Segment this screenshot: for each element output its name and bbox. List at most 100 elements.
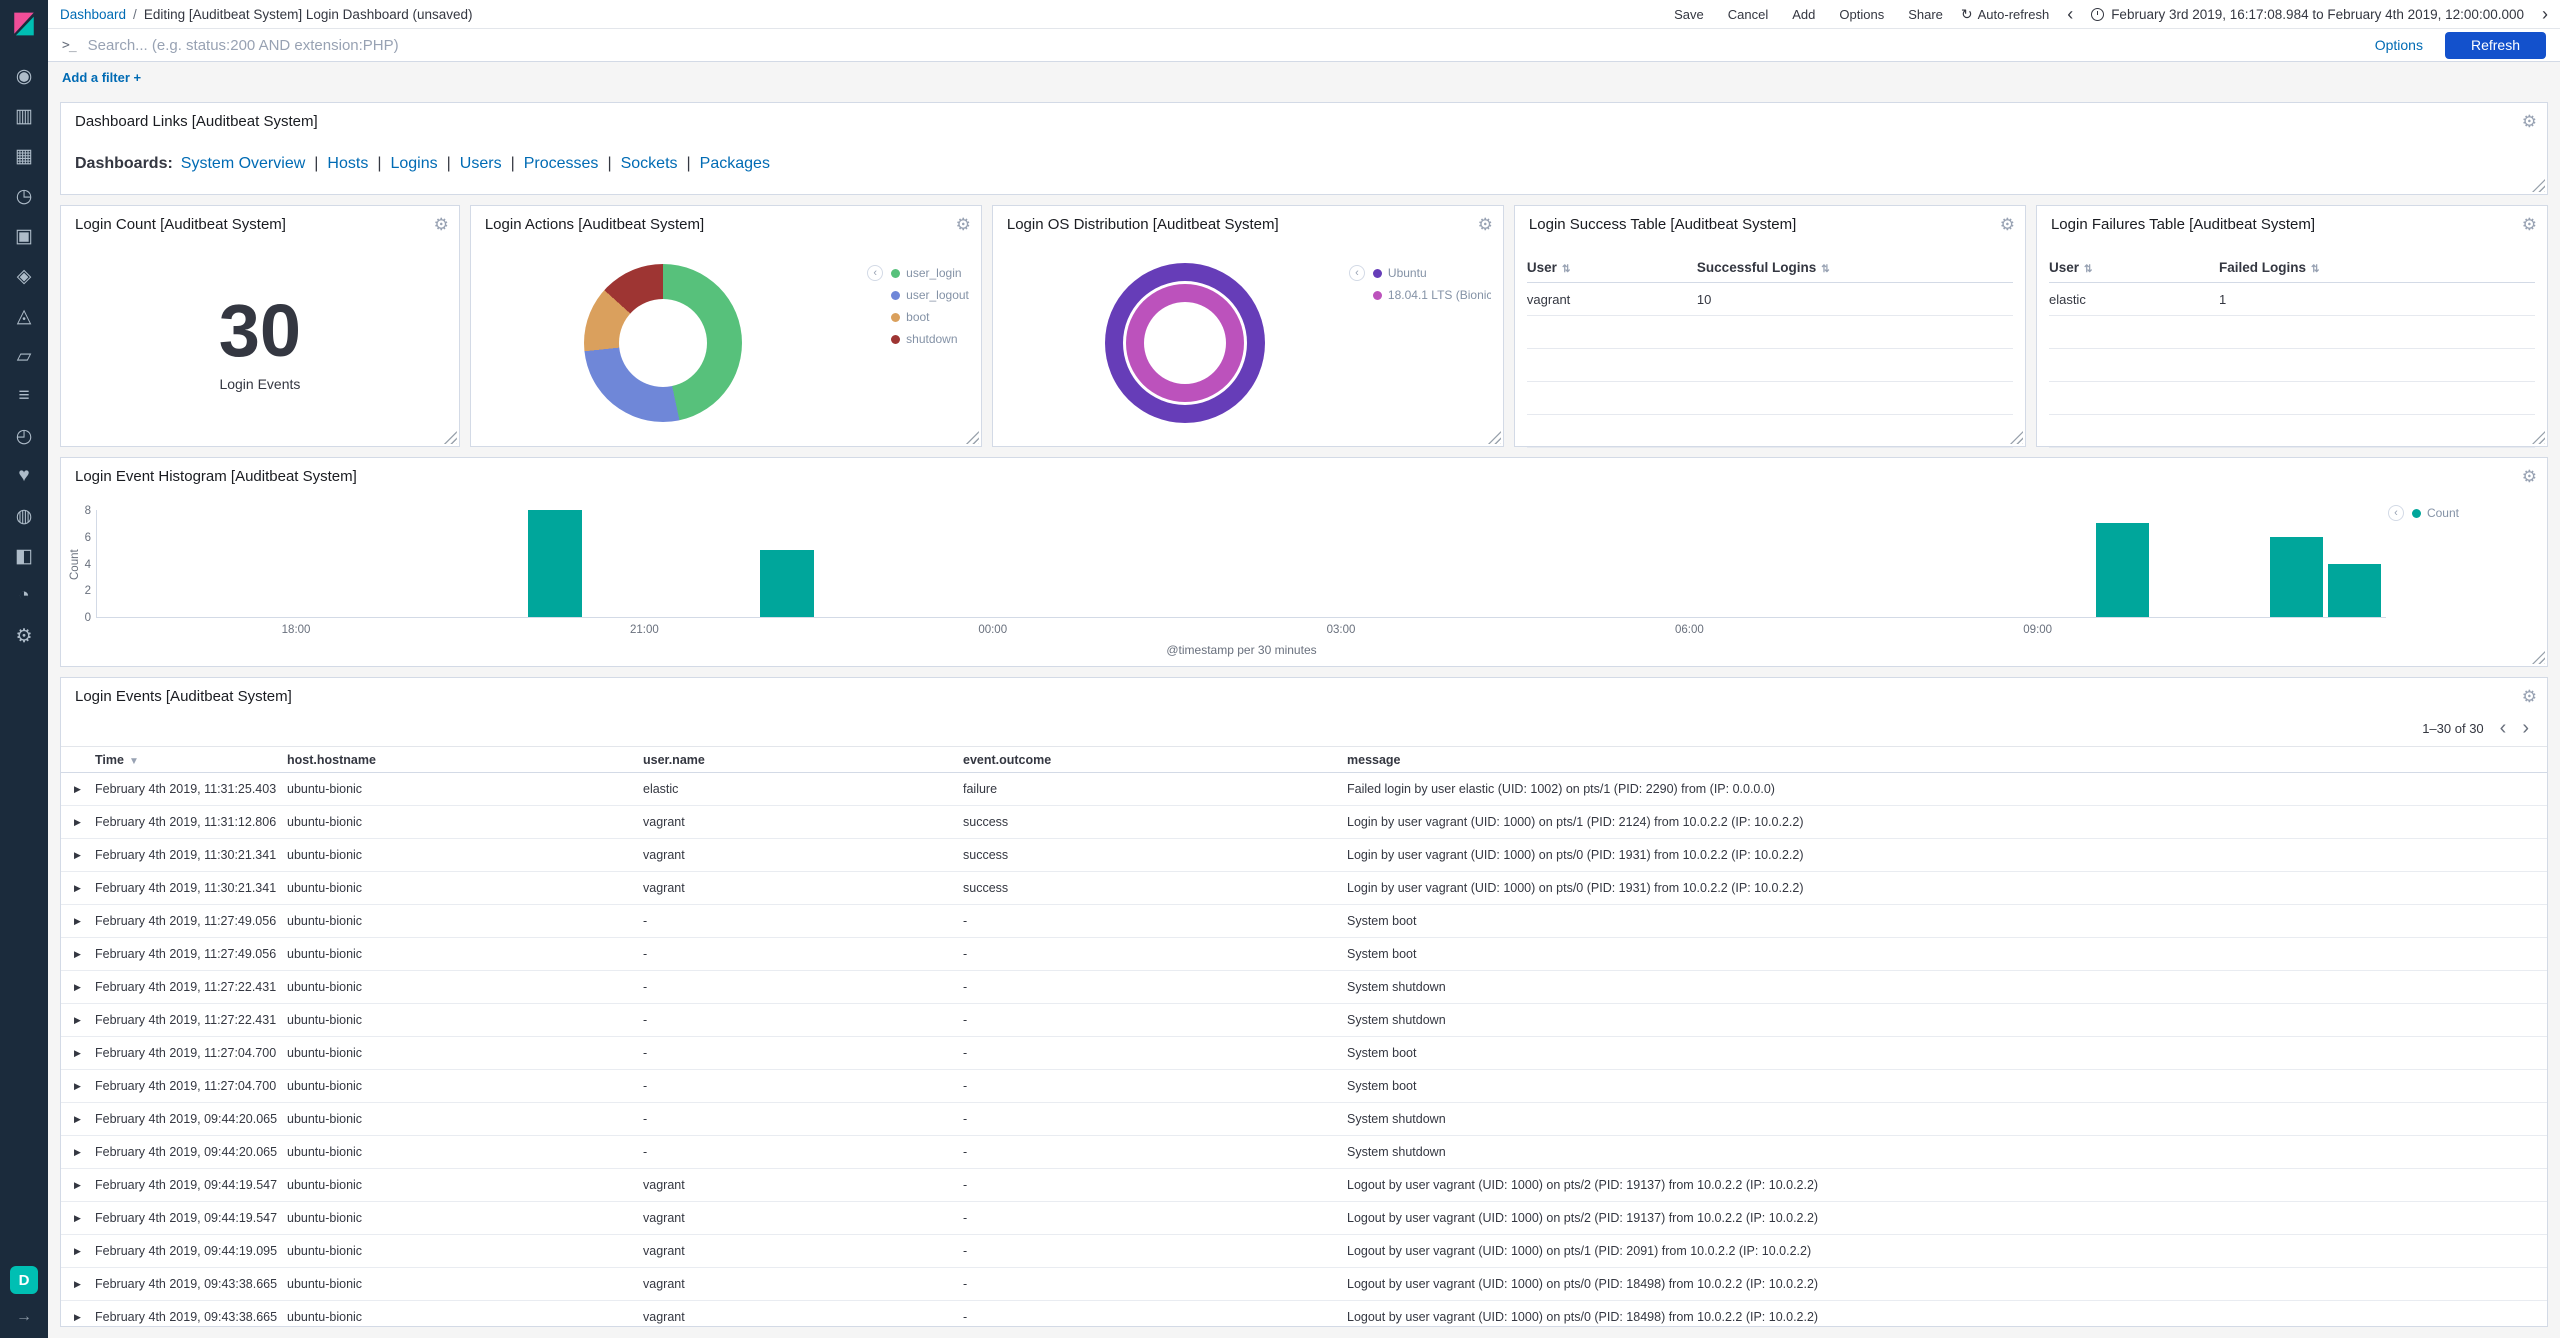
row-expand-icon[interactable]: ▶ [61, 784, 95, 795]
legend-collapse-icon[interactable]: ‹ [867, 265, 883, 281]
column-header-user[interactable]: User⇅ [1527, 260, 1697, 275]
logs-icon[interactable]: ≡ [0, 376, 48, 416]
column-header-user[interactable]: User⇅ [2049, 260, 2219, 275]
menu-item-share[interactable]: Share [1908, 7, 1943, 22]
link-separator: | [607, 155, 611, 172]
panel-options-gear-icon[interactable]: ⚙ [956, 216, 971, 233]
breadcrumb-dashboard[interactable]: Dashboard [60, 7, 126, 22]
dashboard-link-processes[interactable]: Processes [524, 155, 599, 172]
dashboard-link-sockets[interactable]: Sockets [621, 155, 678, 172]
sidebar-expand-icon[interactable]: → [16, 1308, 32, 1326]
auto-refresh-label: Auto-refresh [1978, 7, 2050, 22]
kibana-logo[interactable] [0, 0, 48, 48]
legend-item-ubuntu[interactable]: Ubuntu [1373, 266, 1491, 280]
refresh-button[interactable]: Refresh [2445, 32, 2546, 59]
panel-options-gear-icon[interactable]: ⚙ [2522, 468, 2537, 485]
row-expand-icon[interactable]: ▶ [61, 1279, 95, 1290]
panel-options-gear-icon[interactable]: ⚙ [2000, 216, 2015, 233]
row-expand-icon[interactable]: ▶ [61, 850, 95, 861]
row-expand-icon[interactable]: ▶ [61, 916, 95, 927]
column-header-event-outcome[interactable]: event.outcome [963, 753, 1347, 767]
time-range-picker[interactable]: February 3rd 2019, 16:17:08.984 to Febru… [2091, 7, 2524, 22]
menu-item-add[interactable]: Add [1792, 7, 1815, 22]
legend-item-boot[interactable]: boot [891, 310, 969, 324]
menu-item-save[interactable]: Save [1674, 7, 1704, 22]
time-back-chevron-icon[interactable]: ‹ [2067, 5, 2073, 23]
query-options-link[interactable]: Options [2375, 37, 2423, 53]
row-expand-icon[interactable]: ▶ [61, 949, 95, 960]
search-input[interactable] [88, 37, 2363, 54]
uptime-icon[interactable]: ♥ [0, 456, 48, 496]
row-expand-icon[interactable]: ▶ [61, 1213, 95, 1224]
row-expand-icon[interactable]: ▶ [61, 817, 95, 828]
row-expand-icon[interactable]: ▶ [61, 883, 95, 894]
legend-item-18-04-1-lts-bionic-b[interactable]: 18.04.1 LTS (Bionic B... [1373, 288, 1491, 302]
login-os-donut[interactable] [1105, 263, 1265, 423]
panel-resize-handle[interactable] [2532, 179, 2545, 192]
row-expand-icon[interactable]: ▶ [61, 1180, 95, 1191]
menu-item-cancel[interactable]: Cancel [1728, 7, 1768, 22]
histogram-bar[interactable] [2096, 523, 2149, 617]
dashboard-icon[interactable]: ▦ [0, 136, 48, 176]
legend-item-user-logout[interactable]: user_logout [891, 288, 969, 302]
menu-item-options[interactable]: Options [1839, 7, 1884, 22]
column-header-message[interactable]: message [1347, 753, 2547, 767]
column-header-host-hostname[interactable]: host.hostname [287, 753, 643, 767]
space-badge[interactable]: D [10, 1266, 38, 1294]
legend-item-shutdown[interactable]: shutdown [891, 332, 969, 346]
row-expand-icon[interactable]: ▶ [61, 1048, 95, 1059]
legend-collapse-icon[interactable]: ‹ [2388, 505, 2404, 521]
graph-icon[interactable]: ◍ [0, 496, 48, 536]
column-header-successful-logins[interactable]: Successful Logins⇅ [1697, 260, 2013, 275]
row-expand-icon[interactable]: ▶ [61, 1246, 95, 1257]
panel-resize-handle[interactable] [2532, 651, 2545, 664]
canvas-icon[interactable]: ▣ [0, 216, 48, 256]
login-actions-donut[interactable] [584, 264, 742, 422]
auto-refresh-button[interactable]: ↻ Auto-refresh [1961, 6, 2049, 23]
visualize-icon[interactable]: ▥ [0, 96, 48, 136]
panel-options-gear-icon[interactable]: ⚙ [2522, 216, 2537, 233]
machine-learning-icon[interactable]: ◬ [0, 296, 48, 336]
apm-icon[interactable]: ◴ [0, 416, 48, 456]
legend-collapse-icon[interactable]: ‹ [1349, 265, 1365, 281]
username-cell: vagrant [643, 1178, 963, 1192]
management-icon[interactable]: ⚙ [0, 616, 48, 656]
table-row: ▶February 4th 2019, 11:27:04.700ubuntu-b… [61, 1070, 2547, 1103]
row-expand-icon[interactable]: ▶ [61, 1114, 95, 1125]
histogram-bar[interactable] [760, 550, 813, 617]
histogram-bar[interactable] [528, 510, 581, 617]
pagination-next-icon[interactable]: › [2522, 718, 2529, 738]
time-forward-chevron-icon[interactable]: › [2542, 5, 2548, 23]
row-expand-icon[interactable]: ▶ [61, 982, 95, 993]
row-expand-icon[interactable]: ▶ [61, 1015, 95, 1026]
timelion-icon[interactable]: ◷ [0, 176, 48, 216]
dashboard-link-system-overview[interactable]: System Overview [181, 155, 305, 172]
row-expand-icon[interactable]: ▶ [61, 1147, 95, 1158]
dashboard-link-logins[interactable]: Logins [390, 155, 437, 172]
dashboard-link-hosts[interactable]: Hosts [327, 155, 368, 172]
panel-options-gear-icon[interactable]: ⚙ [1478, 216, 1493, 233]
infrastructure-icon[interactable]: ▱ [0, 336, 48, 376]
row-expand-icon[interactable]: ▶ [61, 1081, 95, 1092]
dev-tools-icon[interactable]: ◧ [0, 536, 48, 576]
legend-item-user-login[interactable]: user_login [891, 266, 969, 280]
legend-item-count[interactable]: Count [2412, 506, 2459, 520]
dashboard-link-users[interactable]: Users [460, 155, 502, 172]
add-filter-link[interactable]: Add a filter + [62, 70, 141, 85]
column-header-time[interactable]: Time▼ [95, 753, 287, 767]
column-header-user-name[interactable]: user.name [643, 753, 963, 767]
link-separator: | [447, 155, 451, 172]
column-header-failed-logins[interactable]: Failed Logins⇅ [2219, 260, 2535, 275]
maps-icon[interactable]: ◈ [0, 256, 48, 296]
row-expand-icon[interactable]: ▶ [61, 1312, 95, 1323]
legend-dot-icon [891, 335, 900, 344]
monitoring-icon[interactable]: ◔ [0, 576, 48, 616]
histogram-bar[interactable] [2328, 564, 2381, 618]
dashboard-link-packages[interactable]: Packages [700, 155, 770, 172]
pagination-prev-icon[interactable]: ‹ [2500, 718, 2507, 738]
panel-options-gear-icon[interactable]: ⚙ [2522, 688, 2537, 705]
panel-options-gear-icon[interactable]: ⚙ [2522, 113, 2537, 130]
histogram-bar[interactable] [2270, 537, 2323, 617]
discover-icon[interactable]: ◉ [0, 56, 48, 96]
panel-options-gear-icon[interactable]: ⚙ [434, 216, 449, 233]
